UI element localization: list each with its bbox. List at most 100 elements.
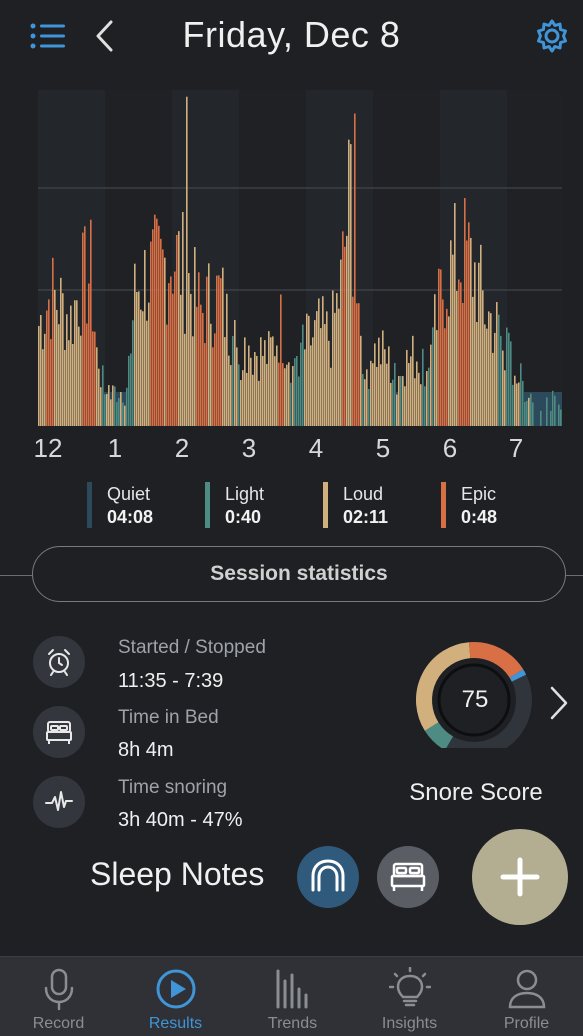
- chart-bar: [244, 337, 246, 426]
- chart-bar: [420, 384, 422, 426]
- x-tick-label: 7: [509, 433, 523, 463]
- chart-bar: [454, 203, 456, 426]
- tab-results[interactable]: Results: [117, 957, 234, 1036]
- chart-bar: [252, 374, 254, 426]
- tab-trends[interactable]: Trends: [234, 957, 351, 1036]
- sleep-notes-label: Sleep Notes: [90, 856, 265, 892]
- chart-bar: [316, 311, 318, 426]
- chart-bar: [404, 386, 406, 426]
- chevron-right-icon[interactable]: [548, 684, 570, 722]
- chart-bar: [320, 328, 322, 426]
- chart-bar: [52, 257, 54, 426]
- chart-bar: [290, 382, 292, 426]
- chart-bar: [148, 302, 150, 426]
- mouthguard-note-button[interactable]: [297, 846, 359, 908]
- chart-bar: [376, 366, 378, 426]
- chart-bar: [372, 363, 374, 426]
- chart-bar: [520, 363, 522, 426]
- chart-bar: [208, 263, 210, 426]
- chart-bar: [44, 333, 46, 426]
- chart-bar: [344, 246, 346, 426]
- chart-bar: [78, 326, 80, 426]
- chart-bar: [440, 269, 442, 426]
- chart-bar: [272, 336, 274, 426]
- chart-bar: [190, 293, 192, 426]
- chart-bar: [516, 383, 518, 426]
- chart-bar: [194, 247, 196, 426]
- snore-score-value: 75: [461, 686, 489, 713]
- chart-bar: [458, 279, 460, 426]
- chart-bar: [492, 352, 494, 426]
- chart-bar: [226, 293, 228, 426]
- session-statistics-button[interactable]: Session statistics: [32, 546, 566, 602]
- chart-bar: [386, 363, 388, 426]
- chart-bar: [338, 308, 340, 426]
- chart-bar: [64, 350, 66, 426]
- chart-bar: [396, 394, 398, 426]
- chart-bar: [400, 376, 402, 426]
- chart-bar: [514, 375, 516, 426]
- chart-bar: [312, 337, 314, 426]
- chart-bar: [178, 231, 180, 426]
- add-note-button[interactable]: [472, 829, 568, 925]
- chart-bar: [216, 275, 218, 426]
- chart-bar: [494, 332, 496, 426]
- chart-bar: [58, 324, 60, 426]
- pulse-icon: [33, 776, 85, 828]
- legend-name: Epic: [461, 484, 497, 504]
- chart-bar: [322, 296, 324, 426]
- chart-bar: [526, 400, 528, 426]
- gauge-arc-light: [424, 721, 454, 748]
- chart-bar: [192, 336, 194, 426]
- chart-bar: [346, 235, 348, 426]
- chart-bar: [336, 293, 338, 426]
- chart-bar: [132, 320, 134, 426]
- chart-bar: [374, 343, 376, 426]
- chart-bar: [130, 353, 132, 426]
- chart-bar: [364, 379, 366, 426]
- chart-bar: [150, 241, 152, 426]
- chart-bar: [234, 320, 236, 426]
- chart-bar: [230, 365, 232, 426]
- legend-swatch: [87, 482, 92, 528]
- chart-bar: [74, 300, 76, 426]
- chart-bar: [96, 347, 98, 426]
- lightbulb-icon: [389, 967, 431, 1007]
- chart-bar: [206, 276, 208, 426]
- chart-bar: [90, 219, 92, 426]
- chart-bar: [270, 337, 272, 426]
- chart-bar: [258, 380, 260, 426]
- mouthguard-icon: [311, 859, 345, 892]
- chart-bar: [384, 349, 386, 426]
- chart-bar: [174, 271, 176, 426]
- chart-bar: [450, 240, 452, 426]
- chart-bar: [422, 348, 424, 426]
- chart-bar: [368, 389, 370, 426]
- chart-bar: [518, 382, 520, 426]
- chart-bar: [218, 275, 220, 426]
- chart-bar: [484, 324, 486, 426]
- chart-bar: [224, 337, 226, 426]
- chart-bar: [530, 393, 532, 426]
- chart-bar: [366, 369, 368, 426]
- legend-swatch: [441, 482, 446, 528]
- chart-bar: [172, 293, 174, 426]
- time-snoring-label: Time snoring: [118, 777, 228, 798]
- time-in-bed-value: 8h 4m: [118, 739, 174, 761]
- chart-bar: [380, 364, 382, 426]
- chart-bar: [416, 361, 418, 426]
- tab-record[interactable]: Record: [0, 957, 117, 1036]
- chart-bar: [280, 294, 282, 426]
- time-snoring-value: 3h 40m - 47%: [118, 809, 243, 831]
- tab-insights[interactable]: Insights: [351, 957, 468, 1036]
- legend-value: 0:40: [225, 507, 262, 527]
- chart-bar: [68, 340, 70, 426]
- chart-bar: [522, 380, 524, 426]
- tab-profile[interactable]: Profile: [468, 957, 583, 1036]
- chart-bar: [298, 376, 300, 426]
- gear-icon[interactable]: [533, 17, 571, 55]
- bed-note-button[interactable]: [377, 846, 439, 908]
- tab-results-label: Results: [148, 1015, 203, 1032]
- chart-bar: [480, 244, 482, 426]
- chart-bar: [228, 355, 230, 426]
